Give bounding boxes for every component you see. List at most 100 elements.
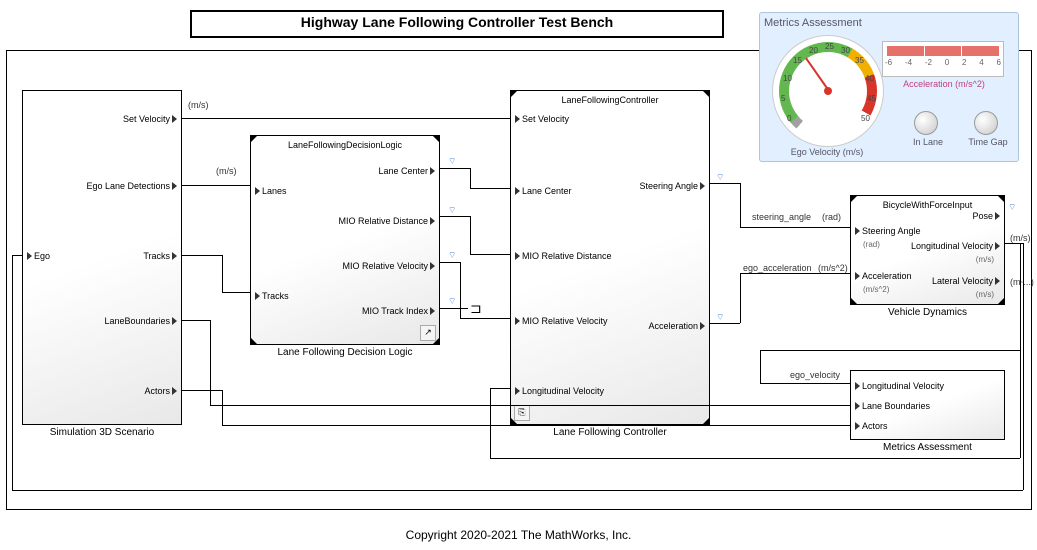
log-icon: ⌔ xyxy=(1008,202,1016,213)
wire xyxy=(222,292,250,293)
block-decision-logic[interactable]: LaneFollowingDecisionLogic Lanes Tracks … xyxy=(250,135,440,345)
wire xyxy=(12,255,22,256)
port-ctrl-lanecenter: Lane Center xyxy=(515,186,572,196)
port-ctrl-accel: Acceleration xyxy=(648,321,705,331)
wire xyxy=(210,405,850,406)
wire xyxy=(1005,243,1013,244)
tick: 6 xyxy=(997,58,1001,67)
wire xyxy=(760,383,850,384)
wire xyxy=(470,254,510,255)
port-ma-laneb: Lane Boundaries xyxy=(855,401,930,411)
wire xyxy=(12,490,1023,491)
unit-acc: (m/s^2) xyxy=(863,285,889,294)
wire xyxy=(460,318,510,319)
log-icon: ⌔ xyxy=(448,296,456,307)
block-metrics-assessment[interactable]: Longitudinal Velocity Lane Boundaries Ac… xyxy=(850,370,1005,440)
terminator-icon: ⊐ xyxy=(470,300,482,317)
tick: 10 xyxy=(783,74,792,83)
tick: 0 xyxy=(787,114,791,123)
port-ego-lane-out: Ego Lane Detections xyxy=(86,181,177,191)
block-vehicle-dynamics[interactable]: BicycleWithForceInput Steering Angle (ra… xyxy=(850,195,1005,305)
block-controller[interactable]: LaneFollowingController Set Velocity Lan… xyxy=(510,90,710,425)
gauge-label: Ego Velocity (m/s) xyxy=(772,147,882,157)
wire xyxy=(1020,243,1021,458)
decision-title: LaneFollowingDecisionLogic xyxy=(251,140,439,150)
port-ctrl-miodist: MIO Relative Distance xyxy=(515,251,612,261)
log-icon: ⌔ xyxy=(716,172,724,183)
wire xyxy=(470,216,471,254)
wire xyxy=(222,255,223,292)
wire xyxy=(440,216,470,217)
wire xyxy=(210,320,211,405)
port-ma-longvel: Longitudinal Velocity xyxy=(855,381,944,391)
label-vehicle: Vehicle Dynamics xyxy=(850,307,1005,318)
wire xyxy=(740,273,850,274)
reference-badge-icon: ⎘ xyxy=(514,405,530,421)
port-laneboundaries-out: LaneBoundaries xyxy=(104,316,177,326)
wire xyxy=(740,227,850,228)
tick: -2 xyxy=(925,58,932,67)
tick: 40 xyxy=(865,74,874,83)
wire xyxy=(490,388,510,389)
tick: 5 xyxy=(781,94,785,103)
siglabel-egovel: ego_velocity xyxy=(790,370,840,380)
wire xyxy=(182,390,222,391)
port-set-velocity-out: Set Velocity xyxy=(123,114,177,124)
wire xyxy=(460,262,461,318)
wire xyxy=(222,425,850,426)
wire xyxy=(490,388,491,458)
log-icon: ⌔ xyxy=(448,156,456,167)
port-tracks-in: Tracks xyxy=(255,291,289,301)
tick: 30 xyxy=(841,46,850,55)
speed-gauge[interactable]: 0 5 10 15 20 25 30 35 40 45 50 xyxy=(772,35,884,147)
simulink-canvas[interactable]: Highway Lane Following Controller Test B… xyxy=(0,0,1037,550)
lamp-in-lane[interactable] xyxy=(914,111,938,135)
vehicle-title: BicycleWithForceInput xyxy=(851,200,1004,210)
tick: 2 xyxy=(962,58,966,67)
port-ctrl-miovel: MIO Relative Velocity xyxy=(515,316,608,326)
wire xyxy=(1023,243,1024,490)
siglabel-pose-unit: (m/s) xyxy=(1010,233,1031,243)
label-scenario: Simulation 3D Scenario xyxy=(22,427,182,438)
lamp-time-gap[interactable] xyxy=(974,111,998,135)
label-controller: Lane Following Controller xyxy=(510,427,710,438)
unit-lv: (m/s) xyxy=(976,255,994,264)
wire xyxy=(470,188,510,189)
tick: -6 xyxy=(885,58,892,67)
wire xyxy=(12,255,13,490)
tick: 50 xyxy=(861,114,870,123)
port-veh-pose: Pose xyxy=(972,211,1000,221)
tick: 15 xyxy=(793,56,802,65)
port-actors-out: Actors xyxy=(144,386,177,396)
lamp1-label: In Lane xyxy=(898,137,958,147)
tick: 25 xyxy=(825,42,834,51)
siglabel-ego-lane-unit: (m/s) xyxy=(216,166,237,176)
port-veh-steering: Steering Angle xyxy=(855,226,921,236)
port-ma-actors: Actors xyxy=(855,421,888,431)
block-simulation-3d-scenario[interactable]: Ego Set Velocity Ego Lane Detections Tra… xyxy=(22,90,182,425)
wire xyxy=(182,118,510,119)
wire xyxy=(470,168,471,188)
tick: 4 xyxy=(979,58,983,67)
label-metrics: Metrics Assessment xyxy=(850,442,1005,453)
siglabel-accel: ego_acceleration xyxy=(743,263,812,273)
port-lane-center-out: Lane Center xyxy=(378,166,435,176)
port-veh-latvel: Lateral Velocity xyxy=(932,276,1000,286)
port-mio-dist-out: MIO Relative Distance xyxy=(338,216,435,226)
model-title: Highway Lane Following Controller Test B… xyxy=(190,10,724,38)
port-ctrl-longvel: Longitudinal Velocity xyxy=(515,386,604,396)
port-mio-vel-out: MIO Relative Velocity xyxy=(342,261,435,271)
label-decision: Lane Following Decision Logic xyxy=(250,347,440,358)
wire xyxy=(740,273,741,323)
controller-title: LaneFollowingController xyxy=(511,95,709,105)
wire xyxy=(760,350,1020,351)
accel-bar-gauge[interactable]: -6 -4 -2 0 2 4 6 xyxy=(882,41,1004,77)
port-ctrl-setvel: Set Velocity xyxy=(515,114,569,124)
wire xyxy=(710,183,740,184)
wire xyxy=(440,168,470,169)
copyright-text: Copyright 2020-2021 The MathWorks, Inc. xyxy=(0,528,1037,542)
unit-latv: (m/s) xyxy=(976,290,994,299)
lamp2-label: Time Gap xyxy=(958,137,1018,147)
log-icon: ⌔ xyxy=(448,205,456,216)
unit-sa: (rad) xyxy=(863,240,880,249)
